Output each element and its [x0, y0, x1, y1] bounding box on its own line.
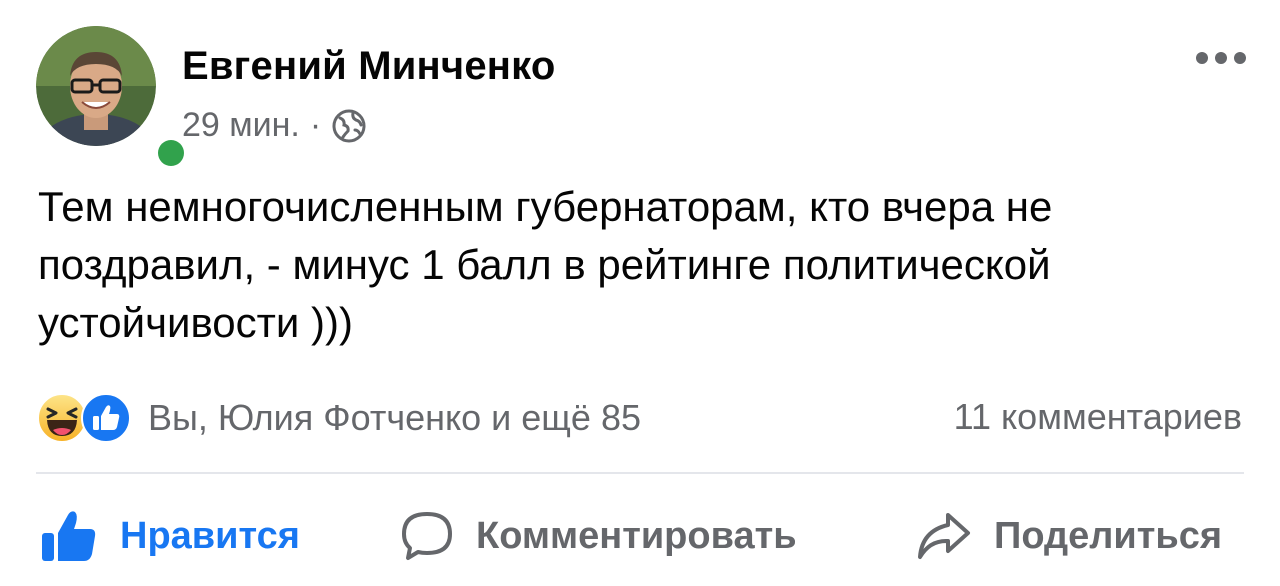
comment-icon: [402, 512, 452, 560]
divider: [36, 472, 1244, 474]
reaction-icons: [36, 392, 136, 444]
comment-button[interactable]: Комментировать: [400, 500, 797, 572]
thumbs-up-icon: [42, 511, 96, 561]
more-dot-icon: [1215, 52, 1227, 64]
globe-icon[interactable]: [331, 108, 367, 144]
author-name[interactable]: Евгений Минченко: [182, 44, 555, 89]
share-button[interactable]: Поделиться: [916, 500, 1222, 572]
author-avatar[interactable]: [36, 26, 190, 172]
reactions-row[interactable]: Вы, Юлия Фотченко и ещё 85: [36, 392, 641, 444]
share-icon: [918, 513, 970, 559]
comment-label: Комментировать: [476, 514, 797, 557]
more-dot-icon: [1196, 52, 1208, 64]
share-label: Поделиться: [994, 514, 1223, 557]
more-options-button[interactable]: [1196, 48, 1246, 68]
comment-count[interactable]: 11 комментариев: [954, 396, 1242, 438]
reaction-summary[interactable]: Вы, Юлия Фотченко и ещё 85: [148, 397, 641, 439]
post-text: Тем немногочисленным губернаторам, кто в…: [38, 183, 1053, 346]
more-dot-icon: [1234, 52, 1246, 64]
like-label: Нравится: [120, 514, 300, 557]
post-meta: 29 мин. ·: [182, 106, 367, 145]
meta-separator: ·: [309, 106, 322, 144]
like-icon: [81, 393, 131, 443]
post-time[interactable]: 29 мин.: [182, 106, 300, 145]
avatar-photo: [36, 26, 156, 146]
like-button[interactable]: Нравится: [40, 500, 300, 572]
post-actions: Нравится Комментировать Поделиться: [36, 500, 1244, 572]
